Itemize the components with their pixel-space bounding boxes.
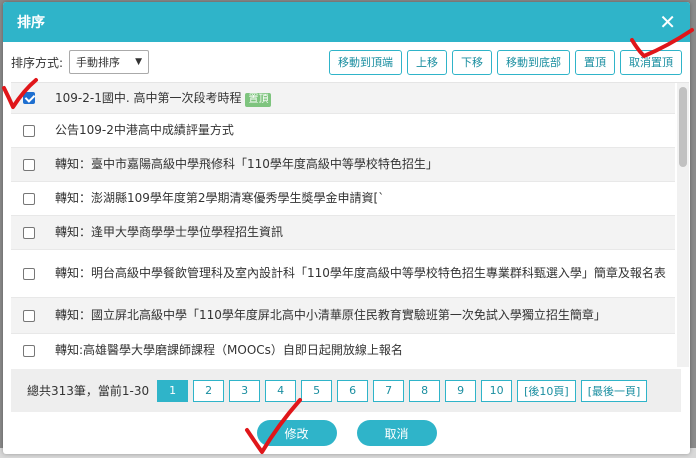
page-button-1[interactable]: 1 [157, 379, 189, 402]
list-item[interactable]: 轉知：澎湖縣109學年度第2學期清寒優秀學生獎學金申請資[` [11, 182, 675, 216]
cancel-button[interactable]: 取消 [356, 420, 437, 446]
list-item[interactable]: 轉知：明台高級中學餐飲管理科及室內設計科「110學年度高級中等學校特色招生專業群… [11, 250, 675, 298]
page-button-2[interactable]: 2 [193, 379, 225, 402]
item-checkbox[interactable] [23, 192, 35, 205]
list-item[interactable]: 轉知：國立屏北高級中學「110學年度屏北高中小清華原住民教育實驗班第一次免試入學… [11, 298, 675, 334]
reorder-buttons: 移動到頂端 上移 下移 移動到底部 置頂 取消置頂 [329, 49, 682, 75]
close-icon[interactable]: ✕ [659, 12, 676, 32]
last-page-button[interactable]: [最後一頁] [580, 379, 648, 402]
pin-button[interactable]: 置頂 [575, 49, 615, 75]
announcement-list: 109-2-1國中. 高中第一次段考時程 置頂 公告109-2中港高中成績評量方式… [11, 82, 689, 367]
page-button-6[interactable]: 6 [337, 379, 369, 402]
item-title: 109-2-1國中. 高中第一次段考時程 置頂 [55, 90, 272, 107]
item-title: 轉知：澎湖縣109學年度第2學期清寒優秀學生獎學金申請資[` [55, 191, 385, 205]
item-title: 轉知：明台高級中學餐飲管理科及室內設計科「110學年度高級中等學校特色招生專業群… [55, 266, 666, 280]
record-summary: 總共313筆，當前1-30 [27, 384, 150, 398]
sort-method-select[interactable]: 手動排序 ▼ [69, 50, 150, 74]
move-down-button[interactable]: 下移 [452, 49, 492, 75]
dialog-title: 排序 [17, 15, 45, 31]
page-button-8[interactable]: 8 [409, 379, 441, 402]
page-button-7[interactable]: 7 [373, 379, 405, 402]
list-item[interactable]: 公告109-2中港高中成績評量方式 [11, 114, 675, 148]
item-checkbox[interactable] [23, 309, 35, 322]
sort-method-label: 排序方式: [11, 55, 64, 70]
page-button-3[interactable]: 3 [229, 379, 261, 402]
dialog-header: 排序 ✕ [3, 2, 690, 42]
item-checkbox[interactable] [23, 344, 35, 357]
list-item[interactable]: 轉知：臺中市嘉陽高級中學飛修科「110學年度高級中等學校特色招生」 [11, 148, 675, 182]
scrollbar-thumb[interactable] [679, 87, 687, 167]
move-to-top-button[interactable]: 移動到頂端 [329, 49, 402, 75]
move-to-bottom-button[interactable]: 移動到底部 [497, 49, 570, 75]
sort-method-value: 手動排序 [76, 56, 121, 69]
sort-dialog: 排序 ✕ 排序方式: 手動排序 ▼ 移動到頂端 上移 下移 移動到底部 置頂 取… [3, 2, 690, 454]
item-title: 轉知:高雄醫學大學磨課師課程（MOOCs）自即日起開放線上報名 [55, 343, 403, 357]
item-title: 轉知：國立屏北高級中學「110學年度屏北高中小清華原住民教育實驗班第一次免試入學… [55, 308, 606, 322]
list-item[interactable]: 109-2-1國中. 高中第一次段考時程 置頂 [11, 83, 675, 114]
item-checkbox[interactable] [23, 226, 35, 239]
chevron-down-icon: ▼ [135, 57, 143, 67]
next-10-pages-button[interactable]: [後10頁] [517, 379, 576, 402]
page-button-4[interactable]: 4 [265, 379, 297, 402]
page-button-9[interactable]: 9 [445, 379, 477, 402]
item-checkbox[interactable] [23, 92, 35, 104]
page-button-10[interactable]: 10 [481, 379, 513, 402]
item-checkbox[interactable] [23, 124, 35, 137]
item-checkbox[interactable] [23, 267, 35, 280]
list-item[interactable]: 轉知：逢甲大學商學學士學位學程招生資訊 [11, 216, 675, 250]
move-up-button[interactable]: 上移 [407, 49, 447, 75]
item-checkbox[interactable] [23, 158, 35, 171]
unpin-button[interactable]: 取消置頂 [620, 49, 682, 75]
page-button-5[interactable]: 5 [301, 379, 333, 402]
list-scrollbar[interactable] [677, 83, 689, 367]
pagination: 總共313筆，當前1-30 1 2 3 4 5 6 7 8 9 10 [後10頁… [11, 369, 681, 412]
list-item[interactable]: 轉知:高雄醫學大學磨課師課程（MOOCs）自即日起開放線上報名 [11, 334, 675, 367]
modify-button[interactable]: 修改 [256, 420, 337, 446]
item-title: 轉知：逢甲大學商學學士學位學程招生資訊 [55, 225, 284, 239]
dialog-footer: 修改 取消 [3, 420, 690, 450]
sort-toolbar: 排序方式: 手動排序 ▼ 移動到頂端 上移 下移 移動到底部 置頂 取消置頂 [3, 42, 690, 82]
pinned-badge: 置頂 [245, 92, 272, 107]
item-title: 轉知：臺中市嘉陽高級中學飛修科「110學年度高級中等學校特色招生」 [55, 157, 438, 171]
page-buttons: 1 2 3 4 5 6 7 8 9 10 [後10頁] [最後一頁] [157, 379, 648, 402]
item-title: 公告109-2中港高中成績評量方式 [55, 123, 234, 137]
